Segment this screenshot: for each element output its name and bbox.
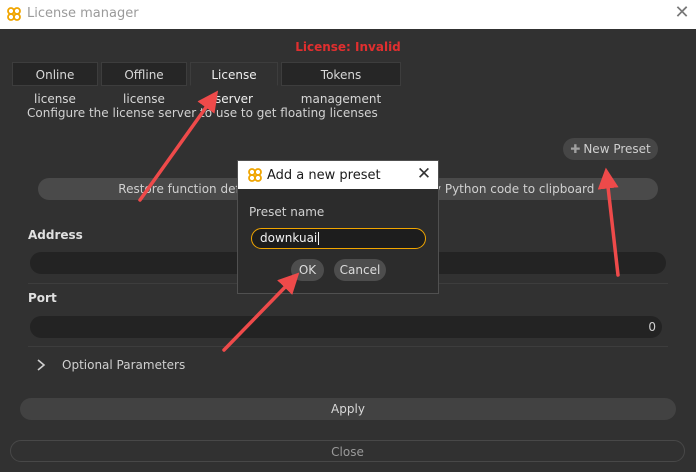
ok-button[interactable]: OK: [291, 259, 324, 281]
dialog-title-bar: Add a new preset ✕: [238, 161, 438, 189]
app-logo-icon: [7, 7, 21, 21]
close-icon[interactable]: ✕: [672, 3, 692, 23]
license-status: License: Invalid: [295, 40, 401, 54]
description-text: Configure the license server to use to g…: [27, 106, 378, 120]
title-bar: License manager ✕: [0, 0, 696, 29]
new-preset-button[interactable]: ✚ New Preset: [563, 138, 658, 160]
tab-offline-license[interactable]: Offline license: [101, 62, 187, 106]
text-caret: [318, 232, 320, 245]
close-button[interactable]: Close: [10, 440, 685, 462]
new-preset-label: New Preset: [583, 142, 651, 156]
window-title: License manager: [27, 6, 139, 21]
port-label: Port: [28, 291, 57, 305]
plus-icon: ✚: [570, 142, 581, 156]
cancel-button[interactable]: Cancel: [334, 259, 386, 281]
address-label: Address: [28, 228, 83, 242]
preset-name-label: Preset name: [249, 205, 325, 219]
tab-license-server[interactable]: License server: [190, 62, 278, 106]
apply-button[interactable]: Apply: [20, 398, 676, 420]
preset-name-input[interactable]: downkuai: [251, 228, 426, 249]
app-logo-icon: [248, 168, 262, 182]
dialog-title: Add a new preset: [267, 168, 381, 183]
tab-tokens-management[interactable]: Tokens management: [281, 62, 401, 106]
close-icon[interactable]: ✕: [414, 164, 434, 184]
port-value: 0: [648, 320, 656, 334]
chevron-right-icon[interactable]: [35, 358, 47, 372]
optional-parameters-toggle[interactable]: Optional Parameters: [62, 358, 185, 372]
divider: [28, 346, 668, 347]
add-preset-dialog: Add a new preset ✕ Preset name downkuai …: [237, 160, 439, 294]
port-input[interactable]: 0: [30, 316, 662, 338]
tab-online-license[interactable]: Online license: [12, 62, 98, 106]
